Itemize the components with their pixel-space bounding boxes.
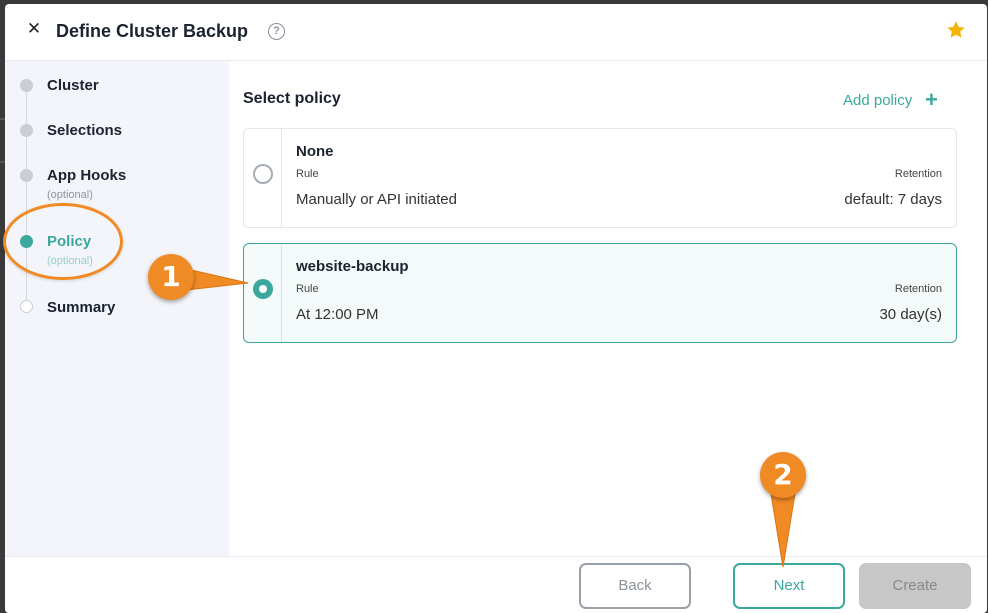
section-title: Select policy xyxy=(243,90,341,107)
define-cluster-backup-dialog: ✕ Define Cluster Backup ? Cluster Select… xyxy=(5,4,987,613)
step-done-dot xyxy=(20,79,33,92)
retention-header: Retention xyxy=(894,283,942,295)
retention-header: Retention xyxy=(894,168,942,180)
dialog-title: Define Cluster Backup xyxy=(56,21,249,41)
help-icon[interactable]: ? xyxy=(268,23,285,40)
screen-background: ✕ Define Cluster Backup ? Cluster Select… xyxy=(0,0,988,613)
step-done-dot xyxy=(20,124,33,137)
create-button[interactable]: Create xyxy=(859,563,971,609)
back-button[interactable]: Back xyxy=(579,563,691,609)
step-label: App Hooks xyxy=(47,167,127,184)
dialog-footer: Back Next Create xyxy=(5,556,987,613)
policy-radio[interactable] xyxy=(253,164,273,184)
add-policy-link[interactable]: Add policy xyxy=(843,92,912,109)
rule-header: Rule xyxy=(296,283,319,295)
wizard-steps-sidebar: Cluster Selections App Hooks (optional) … xyxy=(5,61,229,556)
close-icon[interactable]: ✕ xyxy=(26,20,42,37)
retention-value: 30 day(s) xyxy=(879,306,942,323)
step-label: Summary xyxy=(47,299,116,316)
step-optional-note: (optional) xyxy=(47,189,93,201)
policy-name: website-backup xyxy=(296,258,409,275)
step-label: Cluster xyxy=(47,77,99,94)
star-icon[interactable] xyxy=(945,19,967,41)
radio-column xyxy=(244,129,282,227)
rule-header: Rule xyxy=(296,168,319,180)
rule-value: At 12:00 PM xyxy=(296,306,379,323)
policy-card-website-backup[interactable]: website-backup Rule Retention At 12:00 P… xyxy=(243,243,957,343)
retention-value: default: 7 days xyxy=(844,191,942,208)
step-badge-2: 2 xyxy=(760,452,806,498)
rule-value: Manually or API initiated xyxy=(296,191,457,208)
policy-card-none[interactable]: None Rule Retention Manually or API init… xyxy=(243,128,957,228)
next-button[interactable]: Next xyxy=(733,563,845,609)
radio-column xyxy=(244,244,282,342)
step-done-dot xyxy=(20,169,33,182)
step-pending-dot xyxy=(20,300,33,313)
add-icon[interactable]: + xyxy=(925,87,938,113)
dialog-header: ✕ Define Cluster Backup ? xyxy=(5,4,987,61)
policy-name: None xyxy=(296,143,334,160)
step-label: Selections xyxy=(47,122,123,139)
policy-selection-panel: Select policy Add policy + None Rule Ret… xyxy=(229,61,987,556)
highlight-ring xyxy=(3,203,123,280)
policy-radio-selected[interactable] xyxy=(253,279,273,299)
step-badge-1: 1 xyxy=(148,254,194,300)
